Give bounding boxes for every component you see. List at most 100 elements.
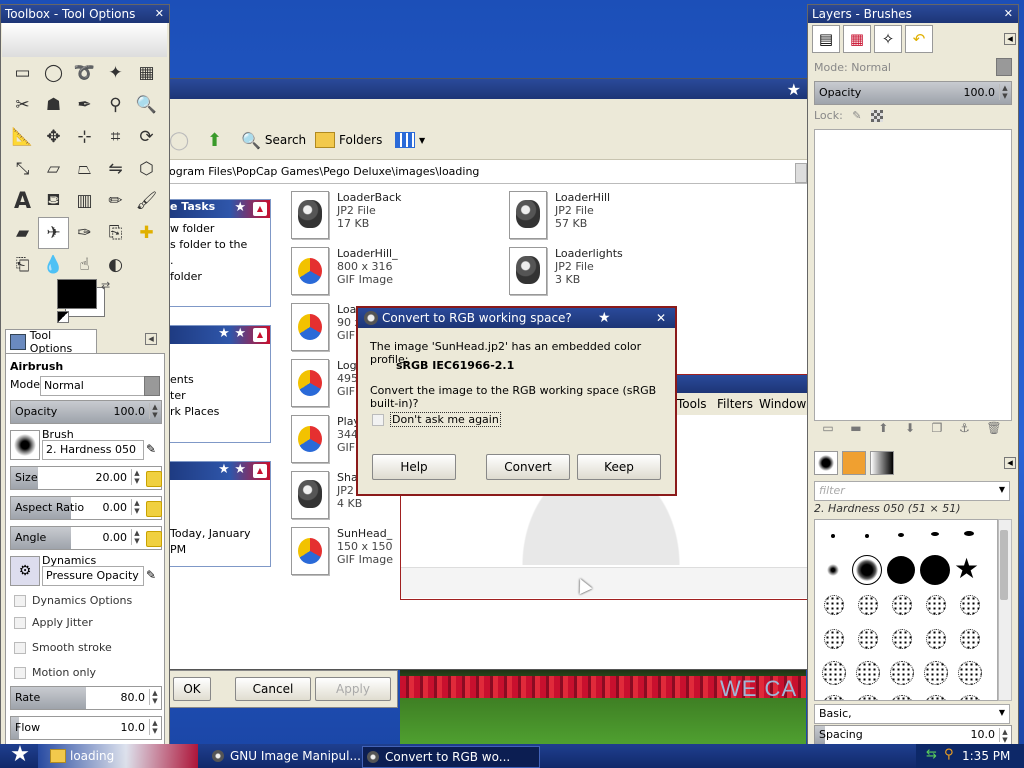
task-link[interactable]: s folder to the <box>170 237 270 253</box>
paintbrush-icon[interactable]: 🖌 <box>131 185 162 217</box>
dodge-icon[interactable]: ◐ <box>100 249 131 281</box>
file-item[interactable]: Play 344 GIF <box>291 415 360 463</box>
brush-swatch[interactable] <box>892 629 912 649</box>
brush-swatch[interactable] <box>924 661 948 685</box>
spin-arrows-icon[interactable]: ▲ ▼ <box>149 403 160 419</box>
brush-swatch[interactable] <box>887 556 915 584</box>
toolbox-title-bar[interactable]: Toolbox - Tool Options ✕ <box>1 5 169 23</box>
brush-swatch[interactable] <box>958 695 982 700</box>
dynamics-icon[interactable]: ⚙ <box>10 556 40 586</box>
airbrush-icon[interactable]: ✈ <box>38 217 69 249</box>
address-bar[interactable]: ogram Files\PopCap Games\Pego Deluxe\ima… <box>169 161 807 184</box>
brush-swatch[interactable] <box>890 695 914 700</box>
anchor-icon[interactable]: ⚓ <box>959 421 970 441</box>
paths-icon[interactable]: ✒ <box>69 89 100 121</box>
heal-icon[interactable]: ✚ <box>131 217 162 249</box>
tab-menu-icon[interactable]: ◂ <box>1004 457 1016 469</box>
swap-colors-icon[interactable]: ⇄ <box>101 279 110 292</box>
place-link[interactable]: ents <box>170 372 270 388</box>
close-icon[interactable]: ✕ <box>155 5 164 23</box>
blur-icon[interactable]: 💧 <box>38 249 69 281</box>
dynamics-field[interactable]: Pressure Opacity <box>42 566 144 586</box>
ellipse-select-icon[interactable]: ◯ <box>38 57 69 89</box>
brush-swatch[interactable] <box>960 629 980 649</box>
delete-layer-icon[interactable]: 🗑 <box>986 421 1001 441</box>
close-icon[interactable]: ✕ <box>656 308 666 328</box>
brush-swatch[interactable] <box>852 555 882 585</box>
smudge-icon[interactable]: ☝ <box>69 249 100 281</box>
brush-swatch[interactable] <box>926 629 946 649</box>
scissors-icon[interactable]: ✂ <box>7 89 38 121</box>
pencil-icon[interactable]: ✏ <box>100 185 131 217</box>
chevron-down-icon[interactable]: ▼ <box>999 485 1005 494</box>
spacing-slider[interactable]: Spacing 10.0 ▲ ▼ <box>814 725 1012 745</box>
aspect-ratio-slider[interactable]: Aspect Ratio 0.00 ▲ ▼ <box>10 496 162 520</box>
crop-icon[interactable]: ⌗ <box>100 121 131 153</box>
brushes-tab-icon[interactable] <box>814 451 838 475</box>
task-convert[interactable]: Convert to RGB wo... <box>362 746 540 768</box>
dynamics-options-expander[interactable]: Dynamics Options <box>14 594 132 607</box>
brush-preview[interactable] <box>10 430 40 460</box>
angle-slider[interactable]: Angle 0.00 ▲ ▼ <box>10 526 162 550</box>
other-places-header[interactable]: ★ ★ ▲ <box>170 326 270 344</box>
brush-swatch[interactable] <box>822 695 846 700</box>
brush-filter-input[interactable]: filter ▼ <box>814 481 1010 501</box>
task-link[interactable]: folder <box>170 269 270 285</box>
edit-dynamics-icon[interactable]: ✎ <box>146 568 156 582</box>
views-button[interactable]: ▼ <box>395 129 425 151</box>
size-slider[interactable]: Size 20.00 ▲ ▼ <box>10 466 162 490</box>
details-panel-header[interactable]: ★ ★ ▲ <box>170 462 270 480</box>
brush-swatch[interactable] <box>865 534 869 538</box>
mode-reset-icon[interactable] <box>144 376 160 396</box>
raise-layer-icon[interactable]: ⬆ <box>878 421 888 441</box>
menu-tools[interactable]: Tools <box>677 397 707 411</box>
layer-mode-reset-icon[interactable] <box>996 58 1012 76</box>
paths-tab-icon[interactable]: ✧ <box>874 25 902 53</box>
file-item[interactable]: Loa 90 x GIF <box>291 303 361 351</box>
ok-button[interactable]: OK <box>173 677 211 701</box>
brush-field[interactable]: 2. Hardness 050 <box>42 440 144 460</box>
brush-swatch[interactable] <box>831 534 835 538</box>
tab-menu-icon[interactable]: ◂ <box>145 333 157 345</box>
edit-brush-icon[interactable]: ✎ <box>146 442 156 456</box>
cancel-button[interactable]: Cancel <box>235 677 311 701</box>
explorer-title-bar[interactable]: ★ <box>169 79 807 99</box>
file-item[interactable]: Loaderlights JP2 File 3 KB <box>509 247 623 295</box>
brush-swatch[interactable] <box>856 661 880 685</box>
measure-icon[interactable]: 📐 <box>7 121 38 153</box>
layers-title-bar[interactable]: Layers - Brushes ✕ <box>808 5 1018 23</box>
flow-slider[interactable]: Flow 10.0 ▲ ▼ <box>10 716 162 740</box>
file-item[interactable]: LoaderBack JP2 File 17 KB <box>291 191 401 239</box>
smooth-stroke-checkbox[interactable]: Smooth stroke <box>14 641 112 654</box>
task-gimp[interactable]: GNU Image Manipul... <box>208 746 370 766</box>
brush-swatch[interactable] <box>824 629 844 649</box>
duplicate-layer-icon[interactable]: ❐ <box>932 421 943 441</box>
shear-icon[interactable]: ▱ <box>38 153 69 185</box>
brush-swatch[interactable]: ★ <box>954 555 984 585</box>
brush-swatch[interactable] <box>856 695 880 700</box>
collapse-icon[interactable]: ▲ <box>253 202 267 216</box>
brush-swatch[interactable] <box>824 595 844 615</box>
brush-swatch[interactable] <box>827 564 839 576</box>
brush-swatch[interactable] <box>958 661 982 685</box>
apply-jitter-checkbox[interactable]: Apply Jitter <box>14 616 93 629</box>
channels-tab-icon[interactable]: ▦ <box>843 25 871 53</box>
lower-layer-icon[interactable]: ⬇ <box>905 421 915 441</box>
blend-icon[interactable]: ▥ <box>69 185 100 217</box>
move-icon[interactable]: ✥ <box>38 121 69 153</box>
tab-menu-icon[interactable]: ◂ <box>1004 33 1016 45</box>
scrollbar-thumb[interactable] <box>1000 530 1008 600</box>
ink-icon[interactable]: ✑ <box>69 217 100 249</box>
flip-icon[interactable]: ⇋ <box>100 153 131 185</box>
place-link[interactable]: ter <box>170 388 270 404</box>
gradients-tab-icon[interactable] <box>870 451 894 475</box>
brush-preset-select[interactable]: Basic, ▼ <box>814 704 1010 724</box>
dialog-title-bar[interactable]: Convert to RGB working space? ★ ✕ <box>358 308 675 328</box>
foreground-color-swatch[interactable] <box>57 279 97 309</box>
spin-arrows-icon[interactable]: ▲ ▼ <box>131 499 142 515</box>
motion-only-checkbox[interactable]: Motion only <box>14 666 96 679</box>
eraser-icon[interactable]: ▰ <box>7 217 38 249</box>
tasks-panel-header[interactable]: e Tasks ★ ▲ <box>170 200 270 218</box>
fuzzy-select-icon[interactable]: ✦ <box>100 57 131 89</box>
spin-arrows-icon[interactable]: ▲ ▼ <box>131 529 142 545</box>
